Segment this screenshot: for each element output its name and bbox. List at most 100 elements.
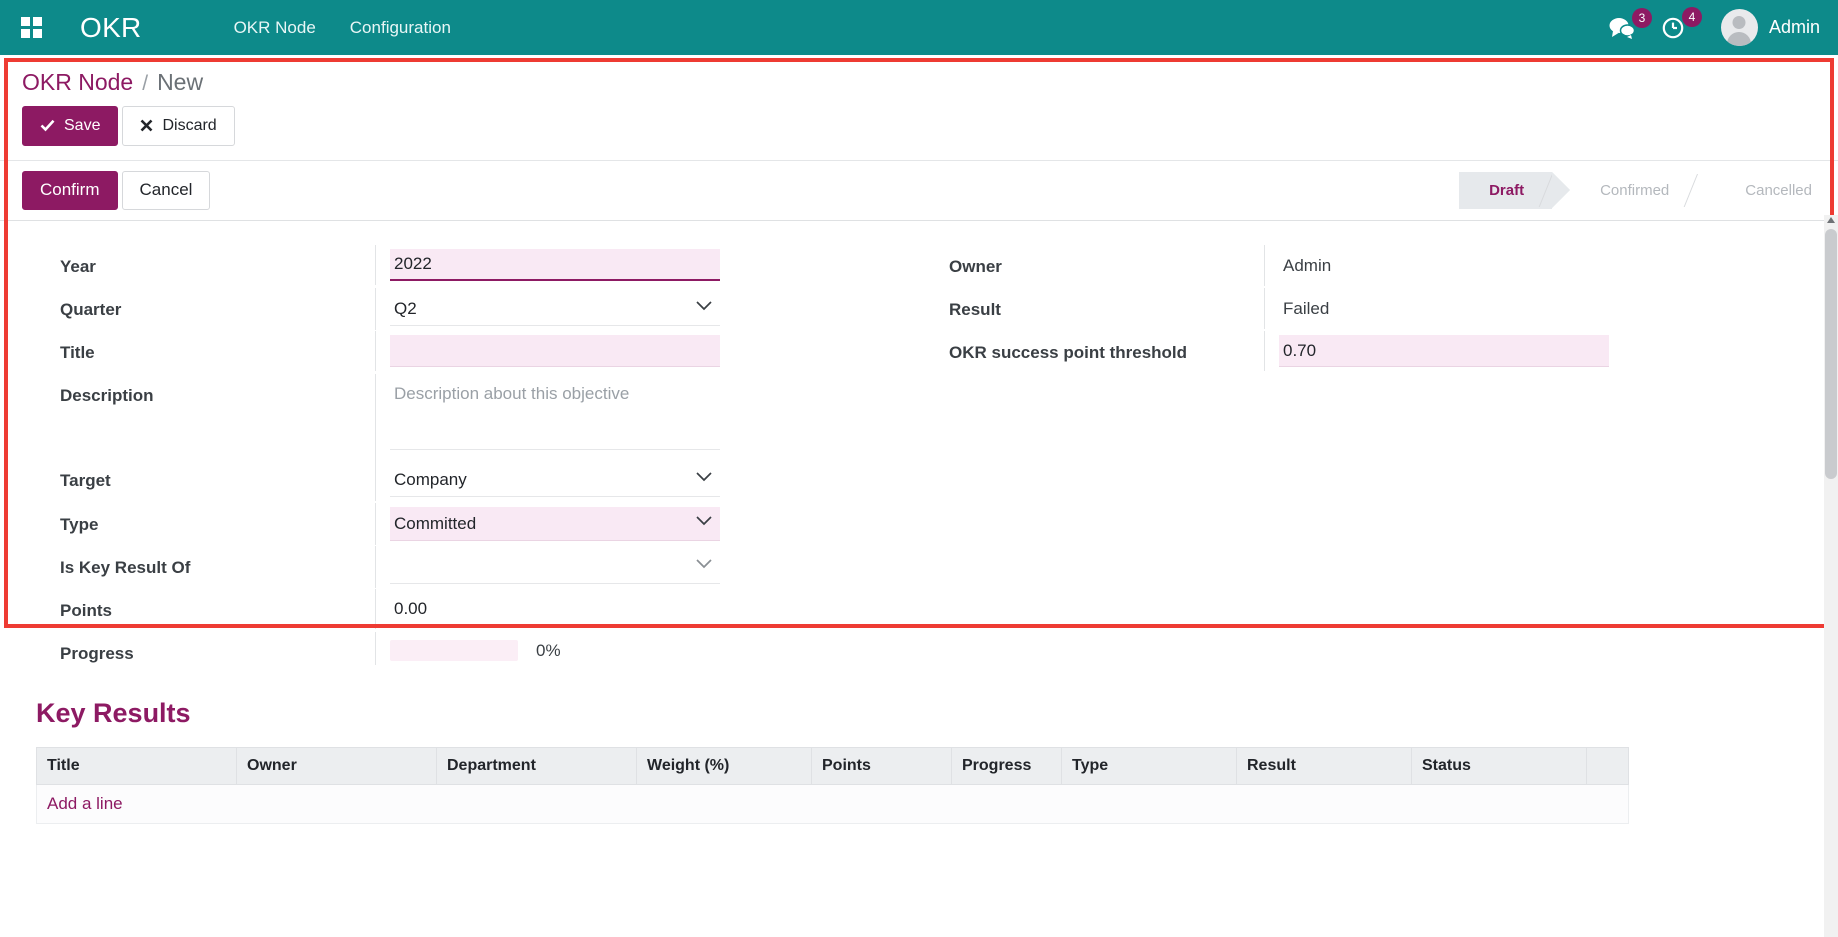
discard-button-label: Discard	[162, 115, 216, 137]
stage-divider-2	[1697, 172, 1715, 209]
form-sheet: Year Quarter Q2	[0, 221, 1838, 824]
column-header-status[interactable]: Status	[1412, 747, 1587, 784]
messages-button[interactable]: 3	[1609, 17, 1635, 39]
navbar-right-tools: 3 4 Admin	[1609, 9, 1820, 46]
form-column-right: Owner Admin Result Failed OKR success po…	[919, 245, 1808, 676]
field-description-label: Description	[30, 374, 375, 417]
title-input[interactable]	[390, 335, 720, 367]
field-threshold-label: OKR success point threshold	[919, 331, 1264, 374]
breadcrumb-separator: /	[142, 72, 148, 96]
field-year-label: Year	[30, 245, 375, 288]
field-title: Title	[30, 331, 891, 374]
status-stage-draft[interactable]: Draft	[1459, 172, 1552, 209]
target-select[interactable]: Company	[390, 463, 720, 497]
key-results-section: Key Results Title Owner Department Weigh…	[0, 676, 1838, 824]
status-stage-draft-label: Draft	[1489, 182, 1524, 199]
close-x-icon	[140, 119, 153, 132]
field-okr-success-point-threshold: OKR success point threshold	[919, 331, 1780, 374]
apps-grid-icon	[21, 17, 42, 38]
field-description: Description	[30, 374, 891, 459]
user-name-label: Admin	[1769, 17, 1820, 38]
column-header-result[interactable]: Result	[1237, 747, 1412, 784]
field-points: Points	[30, 589, 891, 632]
menu-item-configuration[interactable]: Configuration	[336, 12, 465, 44]
top-navbar: OKR OKR Node Configuration 3 4 Admin	[0, 0, 1838, 55]
field-owner: Owner Admin	[919, 245, 1780, 288]
progress-bar	[390, 640, 518, 661]
vertical-scrollbar[interactable]	[1824, 215, 1838, 937]
column-header-weight[interactable]: Weight (%)	[637, 747, 812, 784]
field-is-key-result-of-label: Is Key Result Of	[30, 546, 375, 589]
quarter-select[interactable]: Q2	[390, 292, 720, 326]
avatar	[1721, 9, 1758, 46]
field-quarter: Quarter Q2	[30, 288, 891, 331]
field-result-label: Result	[919, 288, 1264, 331]
status-stage-cancelled-label: Cancelled	[1745, 182, 1812, 199]
field-type: Type Committed	[30, 503, 891, 546]
user-menu[interactable]: Admin	[1721, 9, 1820, 46]
column-header-actions	[1587, 747, 1629, 784]
menu-item-okr-node[interactable]: OKR Node	[220, 12, 330, 44]
breadcrumb-current: New	[157, 69, 203, 96]
field-quarter-label: Quarter	[30, 288, 375, 331]
year-input[interactable]	[390, 249, 720, 281]
discard-button[interactable]: Discard	[122, 106, 234, 146]
status-stage-confirmed-label: Confirmed	[1600, 182, 1669, 199]
field-result: Result Failed	[919, 288, 1780, 331]
form-columns: Year Quarter Q2	[30, 245, 1808, 676]
scroll-up-arrow-icon[interactable]	[1827, 217, 1835, 223]
field-target: Target Company	[30, 459, 891, 502]
status-stage-confirmed[interactable]: Confirmed	[1570, 172, 1697, 209]
messages-icon	[1609, 17, 1635, 39]
field-year: Year	[30, 245, 891, 288]
messages-badge: 3	[1632, 8, 1652, 28]
add-line-row: Add a line	[37, 784, 1629, 823]
record-action-buttons: Save Discard	[0, 100, 1838, 160]
field-type-label: Type	[30, 503, 375, 546]
field-owner-label: Owner	[919, 245, 1264, 288]
check-icon	[40, 119, 55, 132]
key-results-table: Title Owner Department Weight (%) Points…	[36, 747, 1629, 824]
activities-button[interactable]: 4	[1661, 16, 1685, 40]
description-textarea[interactable]	[390, 378, 720, 450]
column-header-type[interactable]: Type	[1062, 747, 1237, 784]
field-is-key-result-of: Is Key Result Of	[30, 546, 891, 589]
threshold-input[interactable]	[1279, 335, 1609, 367]
workflow-buttons: Confirm Cancel	[22, 171, 210, 210]
key-results-title: Key Results	[36, 698, 1802, 729]
breadcrumb-root-link[interactable]: OKR Node	[22, 69, 133, 96]
result-value: Failed	[1279, 292, 1609, 326]
confirm-button[interactable]: Confirm	[22, 171, 118, 210]
apps-menu-icon[interactable]	[14, 11, 48, 45]
field-target-label: Target	[30, 459, 375, 502]
statusbar-row: Confirm Cancel Draft Confirmed Cancelled	[0, 160, 1838, 221]
status-stage-cancelled[interactable]: Cancelled	[1715, 172, 1838, 209]
cancel-button[interactable]: Cancel	[122, 171, 211, 210]
field-points-label: Points	[30, 589, 375, 632]
column-header-title[interactable]: Title	[37, 747, 237, 784]
scrollbar-thumb[interactable]	[1825, 229, 1837, 479]
is-key-result-of-select[interactable]	[390, 550, 720, 584]
column-header-points[interactable]: Points	[812, 747, 952, 784]
column-header-progress[interactable]: Progress	[952, 747, 1062, 784]
cancel-button-label: Cancel	[140, 179, 193, 202]
activities-badge: 4	[1682, 7, 1702, 27]
form-column-left: Year Quarter Q2	[30, 245, 919, 676]
main-menu: OKR Node Configuration	[220, 12, 465, 44]
status-pipeline: Draft Confirmed Cancelled	[1459, 172, 1838, 209]
field-title-label: Title	[30, 331, 375, 374]
type-select[interactable]: Committed	[390, 507, 720, 541]
breadcrumb: OKR Node / New	[0, 55, 1838, 100]
column-header-department[interactable]: Department	[437, 747, 637, 784]
control-panel: OKR Node / New Save Discard Confirm Canc…	[0, 55, 1838, 221]
column-header-owner[interactable]: Owner	[237, 747, 437, 784]
app-brand-okr[interactable]: OKR	[80, 12, 142, 44]
field-progress: Progress 0%	[30, 632, 891, 675]
field-progress-label: Progress	[30, 632, 375, 675]
owner-value: Admin	[1279, 249, 1609, 283]
points-input[interactable]	[390, 593, 720, 625]
table-header-row: Title Owner Department Weight (%) Points…	[37, 747, 1629, 784]
stage-arrow-fill-icon	[1552, 172, 1570, 208]
save-button[interactable]: Save	[22, 106, 118, 146]
add-a-line-link[interactable]: Add a line	[47, 794, 123, 813]
